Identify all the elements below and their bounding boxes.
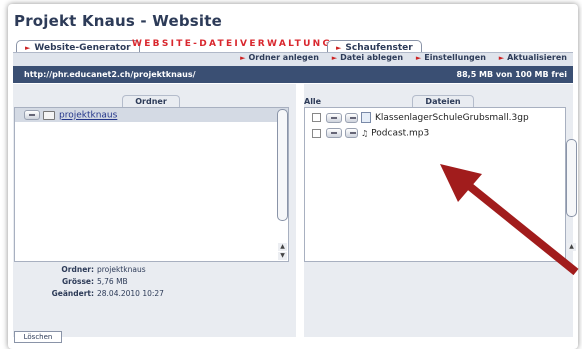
settings-button[interactable]: ► Einstellungen [416, 53, 486, 62]
annotation-arrow [440, 164, 579, 276]
file-options-icon[interactable] [326, 112, 342, 123]
play-triangle-icon: ► [240, 54, 246, 62]
file-row[interactable]: KlassenlagerSchuleGrubsmall.3gp [312, 112, 529, 123]
folder-tree: projektknaus [14, 107, 289, 262]
create-folder-button[interactable]: ► Ordner anlegen [240, 53, 319, 62]
play-triangle-icon: ► [415, 54, 422, 62]
folder-item[interactable]: projektknaus [24, 110, 117, 121]
file-play-icon[interactable] [345, 128, 358, 138]
file-name[interactable]: KlassenlagerSchuleGrubsmall.3gp [375, 113, 529, 123]
folder-name[interactable]: projektknaus [59, 111, 117, 121]
file-checkbox[interactable] [312, 128, 321, 138]
folder-options-icon[interactable] [24, 110, 40, 120]
folder-scrollbar[interactable] [277, 109, 288, 221]
upload-file-button[interactable]: ► Datei ablegen [332, 53, 403, 62]
play-triangle-icon: ► [25, 44, 31, 52]
play-triangle-icon: ► [336, 44, 342, 52]
file-row[interactable]: ♫ Podcast.mp3 [312, 128, 429, 139]
file-options-icon[interactable] [326, 128, 342, 138]
scroll-down-icon[interactable]: ▼ [278, 252, 287, 260]
folder-info-name: Ordner: projektknaus [61, 265, 146, 274]
select-all-label[interactable]: Alle [304, 97, 321, 106]
page-title: Projekt Knaus - Website [14, 12, 223, 30]
folder-icon [43, 110, 55, 120]
audio-file-icon: ♫ [361, 128, 369, 138]
path-bar: http://phr.educanet2.ch/projektknaus/ 88… [13, 66, 573, 83]
current-path: http://phr.educanet2.ch/projektknaus/ [24, 70, 196, 79]
file-name[interactable]: Podcast.mp3 [371, 129, 429, 139]
delete-button[interactable]: Löschen [14, 331, 62, 343]
tab-website-dateiverwaltung[interactable]: WEBSITE-DATEIVERWALTUNG [132, 39, 332, 49]
file-icon [361, 112, 371, 123]
scroll-up-icon[interactable]: ▲ [278, 243, 287, 251]
arrow-shaft [465, 181, 579, 276]
play-triangle-icon: ► [331, 54, 338, 62]
storage-quota: 88,5 MB von 100 MB frei [456, 70, 567, 79]
file-checkbox[interactable] [312, 113, 321, 122]
file-play-icon[interactable] [345, 112, 358, 123]
refresh-button[interactable]: ► Aktualisieren [499, 53, 567, 62]
toolbar: ► Ordner anlegen ► Datei ablegen ► Einstell… [13, 52, 573, 66]
play-triangle-icon: ► [498, 54, 505, 62]
folder-info-size: Grösse: 5,76 MB [61, 277, 128, 286]
folder-info-changed: Geändert: 28.04.2010 10:27 [51, 289, 164, 298]
